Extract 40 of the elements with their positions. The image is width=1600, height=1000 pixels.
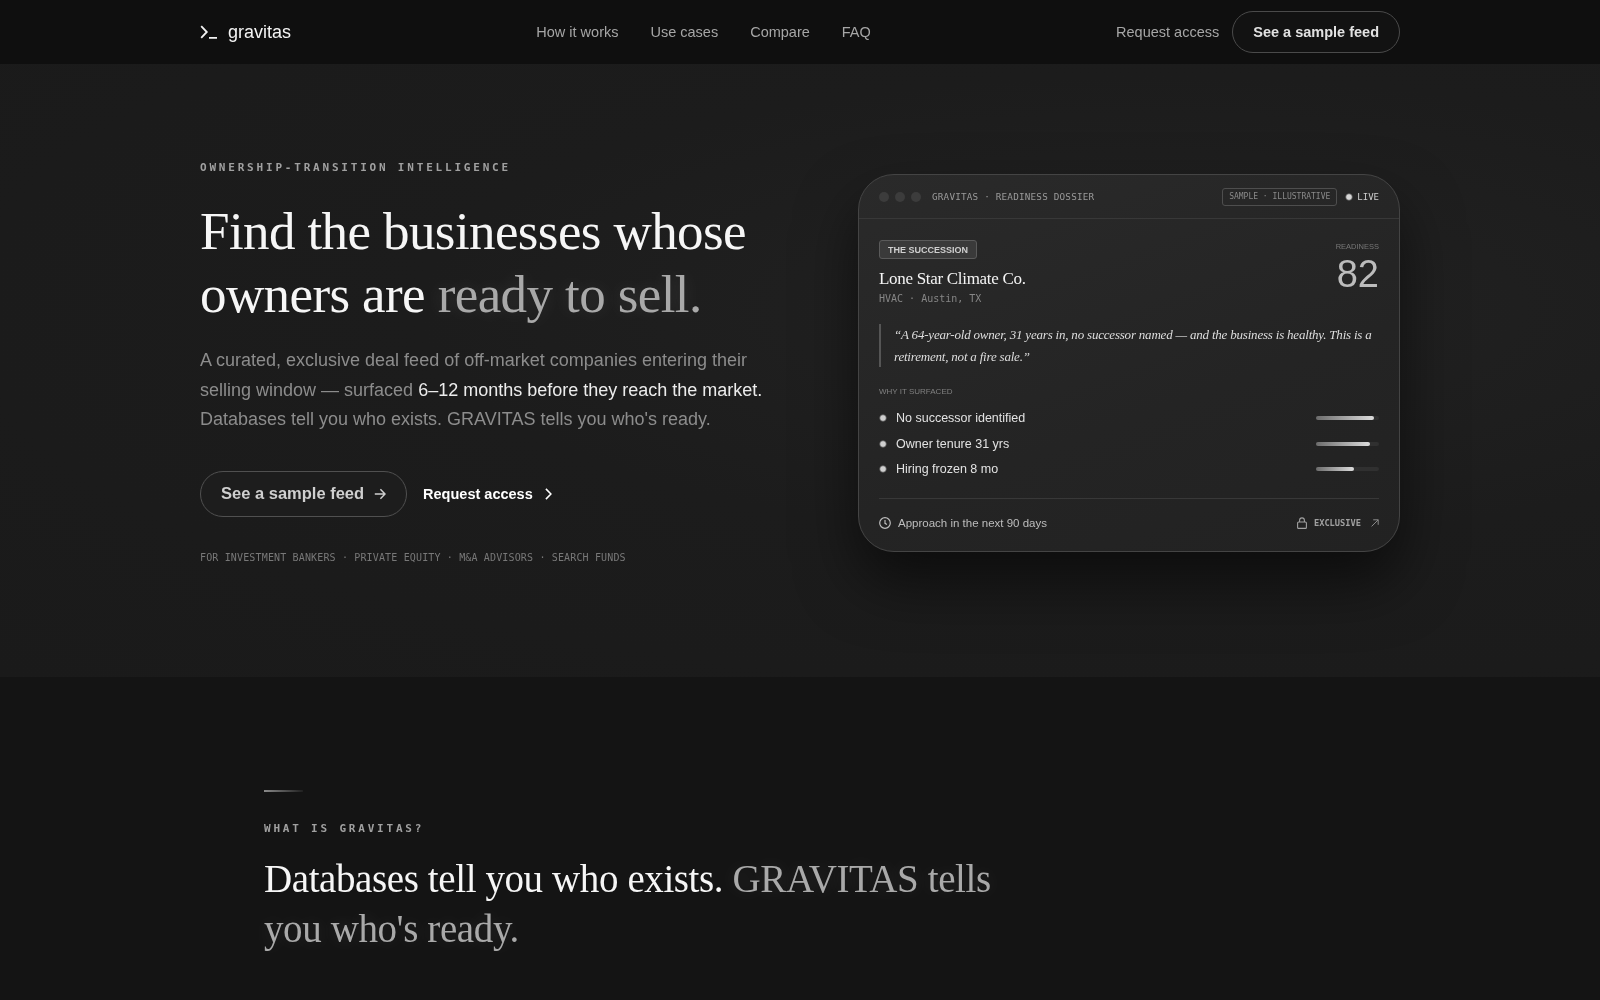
clock-icon bbox=[879, 517, 891, 529]
signal-label: No successor identified bbox=[896, 411, 1026, 425]
request-access-link[interactable]: Request access bbox=[1116, 24, 1220, 40]
quote-text: “A 64-year-old owner, 31 years in, no successor named — and the business is healthy. This is a retirement, not a fire sale.” bbox=[879, 324, 1379, 367]
status-label: LIVE bbox=[1357, 191, 1379, 202]
approach-note: Approach in the next 90 days bbox=[898, 516, 1047, 530]
bullet-dot-icon bbox=[879, 439, 887, 448]
chevron-right-icon bbox=[544, 487, 552, 500]
arrow-right-icon bbox=[374, 487, 387, 500]
request-access-link[interactable]: Request access bbox=[423, 485, 552, 502]
dossier-title: GRAVITAS · READINESS DOSSIER bbox=[932, 190, 1095, 203]
signal-label: Owner tenure 31 yrs bbox=[896, 436, 1010, 451]
section-eyebrow: WHAT IS GRAVITAS? bbox=[264, 822, 425, 836]
sample-badge: SAMPLE · ILLUSTRATIVE bbox=[1222, 187, 1338, 206]
nav-link[interactable]: Compare bbox=[750, 24, 810, 40]
signal-label: Hiring frozen 8 mo bbox=[896, 462, 999, 476]
company-meta: HVAC · Austin, TX bbox=[879, 292, 982, 306]
hero-eyebrow: OWNERSHIP-TRANSITION INTELLIGENCE bbox=[200, 161, 511, 175]
score-value: 82 bbox=[1336, 253, 1379, 295]
terminal-prompt-icon bbox=[200, 25, 218, 39]
arrow-up-right-icon bbox=[1371, 519, 1379, 527]
audience-list: FOR INVESTMENT BANKERS · PRIVATE EQUITY · M&A ADVISORS · SEARCH FUNDS bbox=[200, 550, 626, 565]
hero-heading: Find the businesses whose owners are ready to sell. bbox=[200, 201, 747, 325]
accent-rule bbox=[264, 790, 303, 792]
logo-link[interactable]: gravitas bbox=[200, 21, 292, 43]
section-heading: Databases tell you who exists. GRAVITAS tells you who's ready. bbox=[264, 856, 992, 953]
status-dot-icon bbox=[1345, 192, 1354, 201]
exclusive-link[interactable]: EXCLUSIVE bbox=[1313, 518, 1379, 528]
signals-heading: WHY IT SURFACED bbox=[879, 387, 953, 397]
bullet-dot-icon bbox=[879, 465, 887, 473]
nav-link[interactable]: How it works bbox=[536, 24, 619, 40]
sample-feed-button[interactable]: See a sample feed bbox=[1232, 11, 1400, 53]
nav-link[interactable]: Use cases bbox=[650, 24, 719, 40]
lock-icon bbox=[1296, 517, 1307, 529]
nav-link[interactable]: FAQ bbox=[841, 24, 871, 40]
bullet-dot-icon bbox=[879, 414, 887, 422]
company-name: Lone Star Climate Co. bbox=[879, 268, 1026, 290]
category-tag: THE SUCCESSION bbox=[879, 240, 977, 259]
sample-feed-button[interactable]: See a sample feed bbox=[200, 470, 408, 517]
hero-description: A curated, exclusive deal feed of off-market companies entering their selling window — surfaced 6–12 months before they reach the market. Databases tell you who exists. GRAVITAS tells you who's ready. bbox=[200, 349, 764, 432]
